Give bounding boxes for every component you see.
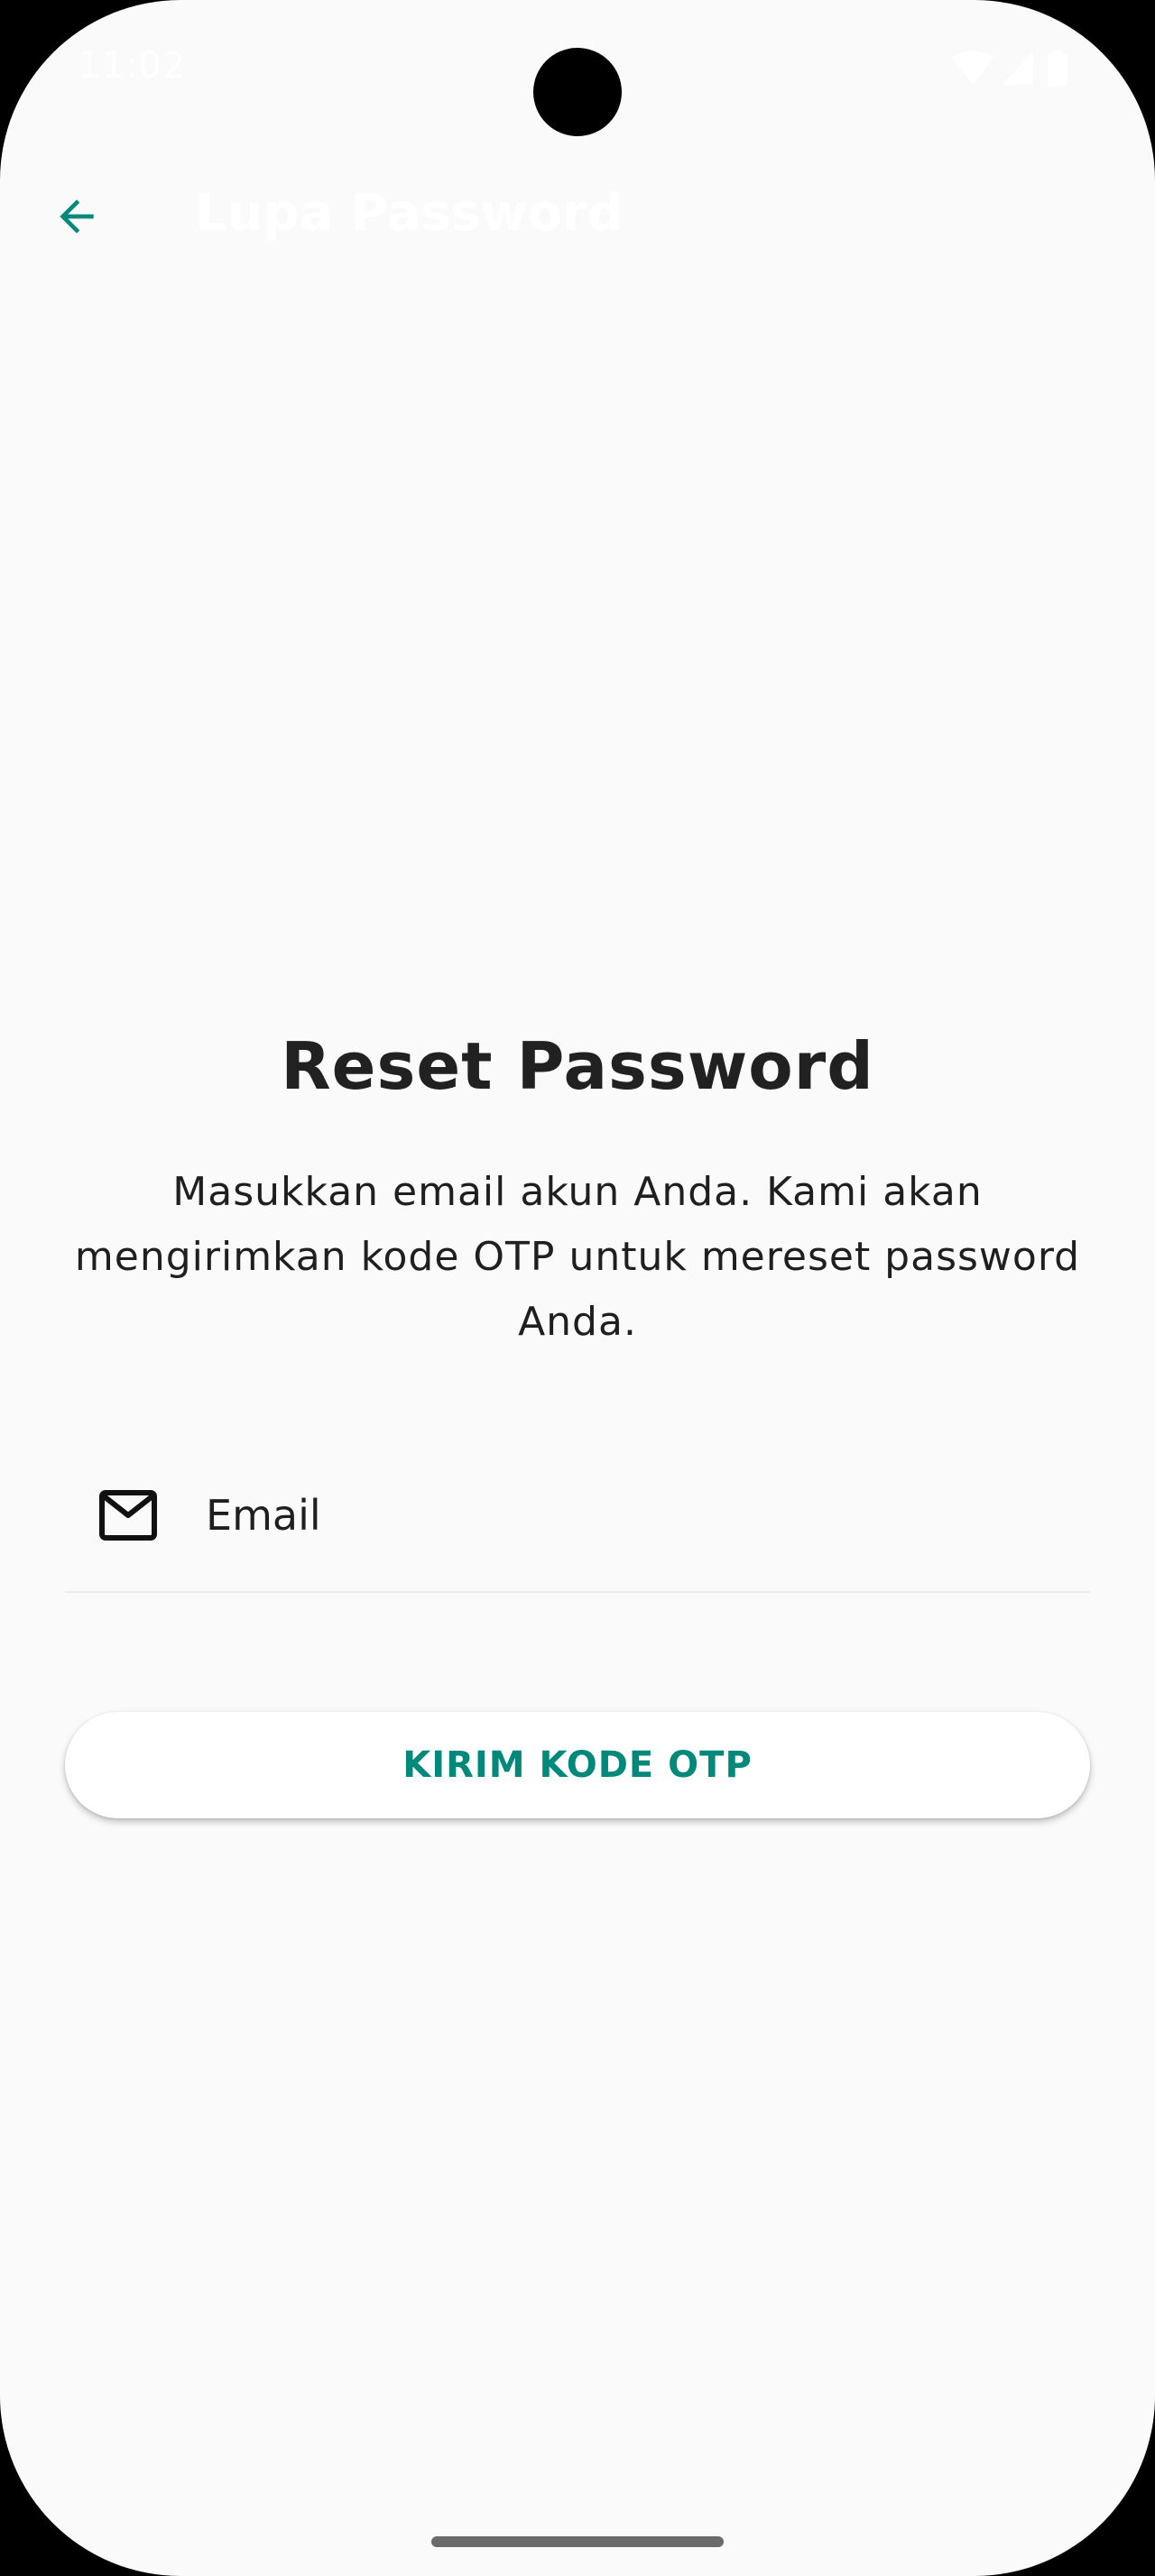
status-time: 11:02 (78, 45, 187, 87)
battery-icon (1048, 51, 1067, 87)
page-title: Lupa Password (195, 184, 624, 243)
reset-heading: Reset Password (281, 1028, 874, 1104)
app-screen: 11:02 Lupa Password Reset Password Masuk… (0, 0, 1155, 2576)
back-button[interactable] (36, 180, 117, 253)
send-otp-button[interactable]: KIRIM KODE OTP (65, 1712, 1090, 1818)
device-frame: 11:02 Lupa Password Reset Password Masuk… (0, 0, 1155, 2576)
mail-icon (99, 1490, 157, 1541)
front-camera-cutout (533, 48, 622, 136)
cellular-signal-icon (1003, 52, 1033, 85)
status-bar: 11:02 (0, 0, 1155, 136)
email-input[interactable] (206, 1477, 1072, 1553)
status-icons (952, 51, 1087, 87)
reset-description: Masukkan email akun Anda. Kami akan meng… (74, 1169, 1081, 1345)
wifi-icon (952, 51, 993, 85)
gesture-nav-handle[interactable] (431, 2536, 724, 2547)
email-field[interactable] (65, 1461, 1090, 1593)
app-bar: Lupa Password (0, 171, 1155, 262)
arrow-back-icon (60, 199, 94, 234)
